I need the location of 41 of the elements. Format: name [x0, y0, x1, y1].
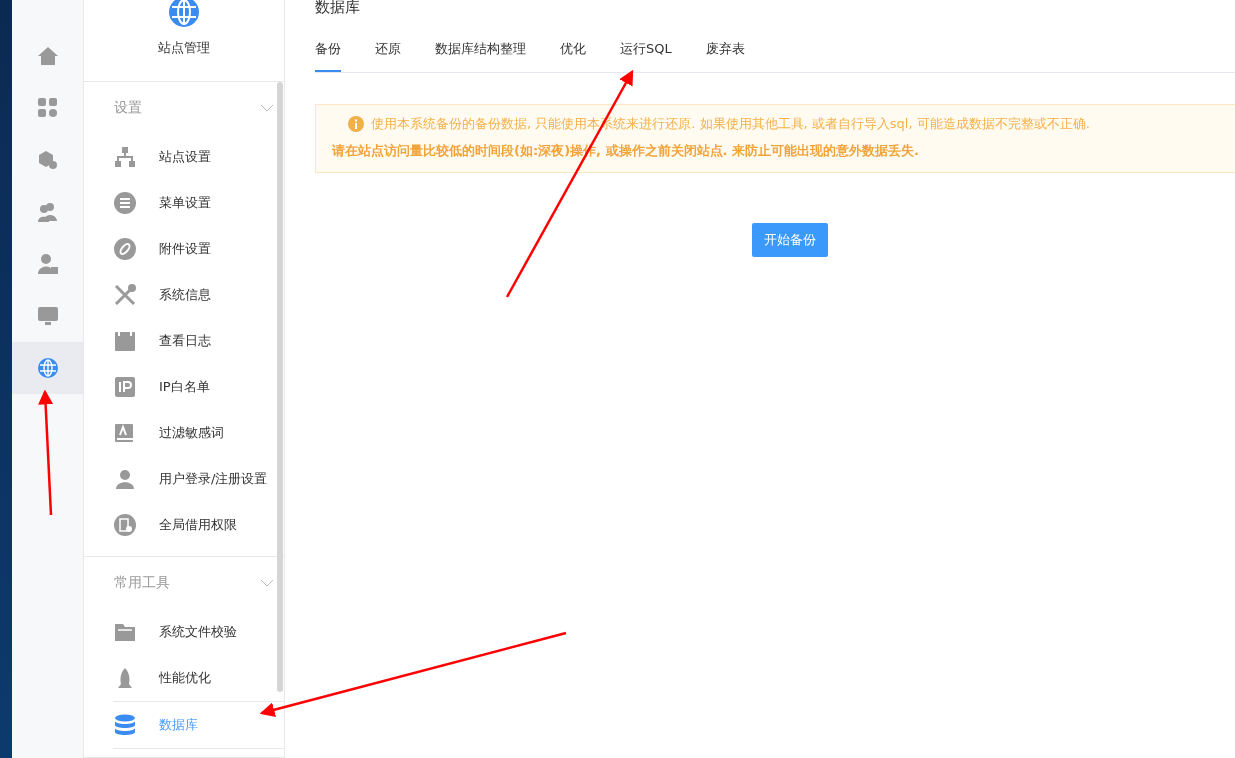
database-icon [113, 713, 137, 737]
menu-item[interactable]: 查看日志 [113, 318, 284, 364]
menu-item[interactable]: 用户登录/注册设置 [113, 456, 284, 502]
menu-item[interactable]: 全局借用权限 [113, 502, 284, 548]
tab[interactable]: 备份 [315, 37, 341, 72]
rail-item[interactable] [12, 342, 83, 394]
chevron-down-icon[interactable] [260, 579, 274, 587]
apps-gear-icon [36, 97, 59, 119]
menu-item[interactable]: 站点设置 [113, 134, 284, 180]
user-lock-icon [36, 253, 59, 275]
users-icon [36, 201, 59, 223]
menu-item[interactable]: 系统信息 [113, 272, 284, 318]
menu-item[interactable]: 系统文件校验 [113, 609, 284, 655]
tab[interactable]: 还原 [375, 37, 401, 72]
ip-icon [113, 375, 137, 399]
home-icon [36, 45, 59, 67]
list-icon [113, 191, 137, 215]
user-icon [113, 467, 137, 491]
menu-item[interactable]: 性能优化 [113, 655, 284, 701]
menu-item[interactable]: 过滤敏感词 [113, 410, 284, 456]
sitemap-icon [113, 145, 137, 169]
calendar-icon [113, 329, 137, 353]
group-title: 常用工具 [114, 574, 170, 592]
tab[interactable]: 废弃表 [705, 37, 745, 72]
tab[interactable]: 优化 [560, 37, 586, 72]
tools-icon [113, 283, 137, 307]
box-gear-icon [36, 149, 59, 171]
menu-item[interactable]: 附件设置 [113, 226, 284, 272]
monitor-icon [36, 305, 59, 327]
menu-item[interactable]: 菜单设置 [113, 180, 284, 226]
globe-icon [36, 357, 59, 379]
info-icon [348, 116, 364, 132]
panel-title: 站点管理 [158, 39, 210, 57]
file-gear-icon [113, 513, 137, 537]
menu-item[interactable]: IP白名单 [113, 364, 284, 410]
tab[interactable]: 数据库结构整理 [435, 37, 526, 72]
chevron-down-icon[interactable] [260, 104, 274, 112]
page-title: 数据库 [315, 0, 361, 17]
paperclip-icon [113, 237, 137, 261]
group-title: 设置 [114, 99, 142, 117]
tab[interactable]: 运行SQL [620, 37, 672, 72]
